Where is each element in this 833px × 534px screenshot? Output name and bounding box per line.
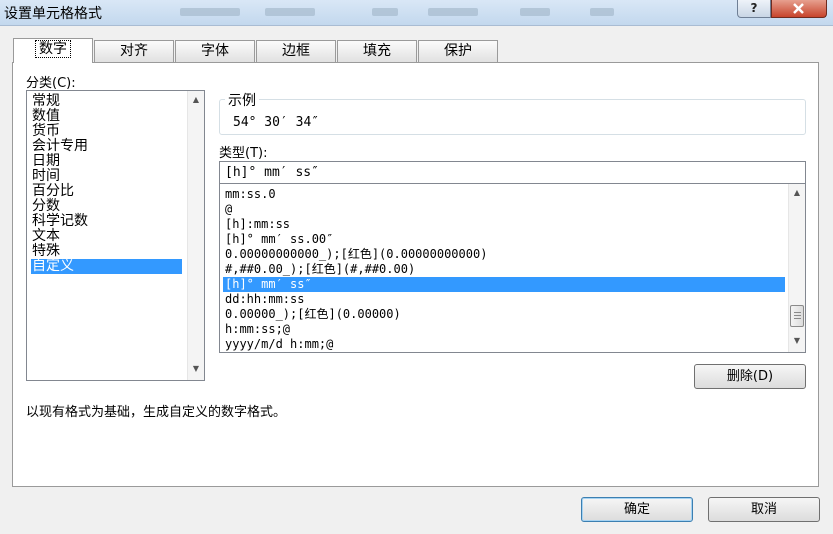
close-icon — [793, 3, 804, 14]
scroll-down-arrow-icon[interactable]: ▼ — [188, 363, 204, 375]
description-text: 以现有格式为基础，生成自定义的数字格式。 — [26, 405, 287, 420]
tab-label: 填充 — [363, 43, 391, 59]
category-label: 分类(C): — [26, 76, 76, 91]
category-item[interactable]: 数值 — [31, 109, 182, 124]
tab-alignment[interactable]: 对齐 — [94, 40, 174, 62]
tab-label: 数字 — [35, 40, 71, 58]
category-item[interactable]: 分数 — [31, 199, 182, 214]
category-item[interactable]: 时间 — [31, 169, 182, 184]
format-item[interactable]: yyyy/m/d h:mm;@ — [223, 337, 785, 352]
category-item[interactable]: 会计专用 — [31, 139, 182, 154]
category-item[interactable]: 百分比 — [31, 184, 182, 199]
format-item[interactable]: mm:ss.0 — [223, 187, 785, 202]
format-item-selected[interactable]: [h]° mm′ ss″ — [223, 277, 785, 292]
background-decoration — [265, 8, 315, 16]
delete-button[interactable]: 删除(D) — [694, 364, 806, 389]
format-item[interactable]: [h]:mm:ss — [223, 217, 785, 232]
format-item[interactable]: 0.00000_);[红色](0.00000) — [223, 307, 785, 322]
category-item[interactable]: 常规 — [31, 94, 182, 109]
tab-font[interactable]: 字体 — [175, 40, 255, 62]
ok-button[interactable]: 确定 — [581, 497, 693, 522]
tab-border[interactable]: 边框 — [256, 40, 336, 62]
scroll-thumb[interactable] — [790, 305, 804, 327]
type-label: 类型(T): — [219, 146, 268, 161]
background-decoration — [372, 8, 398, 16]
sample-value: 54° 30′ 34″ — [233, 115, 320, 130]
help-button[interactable]: ? — [737, 0, 771, 18]
scroll-up-arrow-icon[interactable]: ▲ — [188, 94, 204, 106]
format-scrollbar[interactable]: ▲ ▼ — [788, 184, 805, 352]
tab-number[interactable]: 数字 — [13, 38, 93, 63]
format-item[interactable]: 0.00000000000_);[红色](0.00000000000) — [223, 247, 785, 262]
background-decoration — [180, 8, 240, 16]
tab-fill[interactable]: 填充 — [337, 40, 417, 62]
tab-label: 保护 — [444, 43, 472, 59]
close-button[interactable] — [771, 0, 827, 18]
format-item[interactable]: @ — [223, 202, 785, 217]
type-input[interactable]: [h]° mm′ ss″ — [219, 161, 806, 184]
tab-label: 字体 — [201, 43, 229, 59]
scroll-up-arrow-icon[interactable]: ▲ — [789, 187, 805, 199]
format-list[interactable]: mm:ss.0 @ [h]:mm:ss [h]° mm′ ss.00″ 0.00… — [219, 183, 806, 353]
category-item[interactable]: 日期 — [31, 154, 182, 169]
category-scrollbar[interactable]: ▲ ▼ — [187, 91, 204, 380]
help-icon: ? — [750, 1, 758, 15]
grip-icon — [794, 312, 801, 313]
category-list[interactable]: 常规 数值 货币 会计专用 日期 时间 百分比 分数 科学记数 文本 特殊 自定… — [26, 90, 205, 381]
window-title: 设置单元格格式 — [4, 6, 102, 22]
category-item[interactable]: 科学记数 — [31, 214, 182, 229]
grip-icon — [794, 318, 801, 319]
format-item[interactable]: [h]° mm′ ss.00″ — [223, 232, 785, 247]
scroll-down-arrow-icon[interactable]: ▼ — [789, 335, 805, 347]
format-item[interactable]: #,##0.00_);[红色](#,##0.00) — [223, 262, 785, 277]
tab-label: 边框 — [282, 43, 310, 59]
title-bar: 设置单元格格式 ? — [0, 0, 833, 26]
tab-label: 对齐 — [120, 43, 148, 59]
category-item-selected[interactable]: 自定义 — [31, 259, 182, 274]
category-item[interactable]: 货币 — [31, 124, 182, 139]
category-item[interactable]: 文本 — [31, 229, 182, 244]
background-decoration — [520, 8, 550, 16]
category-item[interactable]: 特殊 — [31, 244, 182, 259]
background-decoration — [590, 8, 614, 16]
background-decoration — [428, 8, 478, 16]
grip-icon — [794, 315, 801, 316]
sample-caption: 示例 — [225, 90, 259, 110]
cancel-button[interactable]: 取消 — [708, 497, 820, 522]
format-item[interactable]: dd:hh:mm:ss — [223, 292, 785, 307]
format-item[interactable]: h:mm:ss;@ — [223, 322, 785, 337]
tab-protection[interactable]: 保护 — [418, 40, 498, 62]
